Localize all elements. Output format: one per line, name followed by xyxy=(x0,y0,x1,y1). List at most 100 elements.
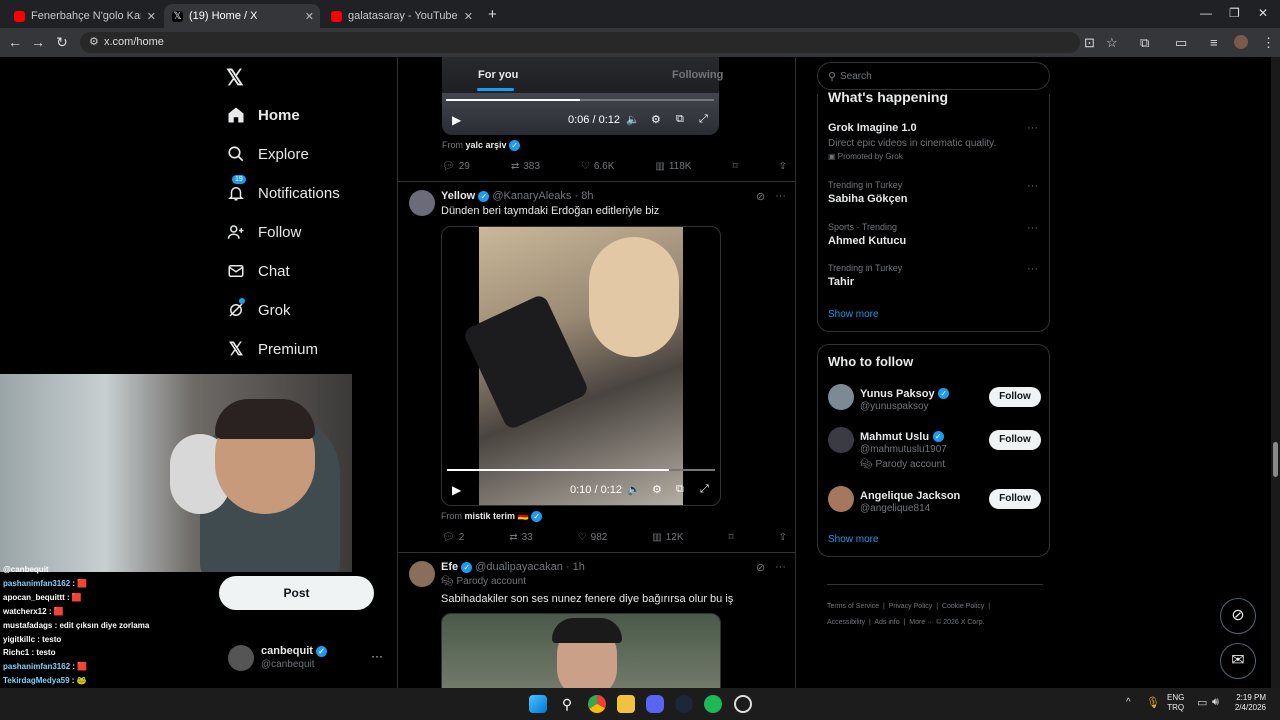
site-info-icon[interactable]: ⚙ xyxy=(89,35,99,48)
app-icon[interactable] xyxy=(734,695,752,713)
volume-icon[interactable]: 🔈 xyxy=(627,483,641,496)
network-icon[interactable]: ▭ xyxy=(1197,696,1207,709)
input-language[interactable]: ENG TRQ xyxy=(1167,693,1184,713)
extensions-icon[interactable]: ⧉ xyxy=(1140,35,1149,51)
bookmark-icon[interactable]: ⌑ xyxy=(729,532,734,543)
bookmark-star-icon[interactable]: ☆ xyxy=(1106,35,1118,51)
search-box[interactable]: ⚲ Search xyxy=(817,62,1050,90)
sidebar-item-follow[interactable]: Follow xyxy=(226,222,301,242)
spotify-icon[interactable] xyxy=(704,695,722,713)
close-icon[interactable]: ✕ xyxy=(464,10,473,23)
browser-tab-x-home[interactable]: 𝕏 (19) Home / X ✕ xyxy=(164,4,320,28)
close-icon[interactable]: ✕ xyxy=(305,10,314,23)
footer-link[interactable]: Cookie Policy xyxy=(942,603,984,610)
views-button[interactable]: ▥ 118K xyxy=(655,161,691,172)
trend-item[interactable]: Grok Imagine 1.0 Direct epic videos in c… xyxy=(828,122,1038,161)
footer-link[interactable]: Ads info xyxy=(874,619,899,626)
messages-float-button[interactable]: ✉ xyxy=(1220,643,1256,679)
pip-icon[interactable]: ⧉ xyxy=(676,113,684,126)
browser-tab-fenerbahce[interactable]: Fenerbahçe N'golo Kante'ye ka ✕ xyxy=(6,4,162,28)
reply-button[interactable]: 💬︎ 2 xyxy=(442,532,464,543)
settings-icon[interactable]: ⚙ xyxy=(651,113,661,126)
more-icon[interactable]: ··· xyxy=(1027,263,1038,275)
repost-button[interactable]: ⇄ 383 xyxy=(511,161,540,172)
search-icon[interactable]: ⚲ xyxy=(558,695,576,713)
back-icon[interactable]: ← xyxy=(3,34,27,50)
footer-link[interactable]: Accessibility xyxy=(827,619,865,626)
fullscreen-icon[interactable]: ⤢ xyxy=(700,483,709,496)
tab-following[interactable]: Following xyxy=(672,69,723,81)
search-input[interactable]: Search xyxy=(840,71,872,82)
clock[interactable]: 2:19 PM 2/4/2026 xyxy=(1232,693,1266,713)
author-name[interactable]: Yellow xyxy=(441,190,475,202)
more-icon[interactable]: ··· xyxy=(371,649,383,663)
scrollbar-thumb[interactable] xyxy=(1273,442,1278,477)
grok-float-button[interactable]: ⊘ xyxy=(1220,598,1256,634)
show-more-link[interactable]: Show more xyxy=(828,534,879,545)
menu-icon[interactable]: ⋮ xyxy=(1262,35,1275,51)
settings-icon[interactable]: ⚙ xyxy=(652,483,662,496)
author-handle[interactable]: @KanaryAleaks xyxy=(492,190,571,202)
more-icon[interactable]: ··· xyxy=(775,561,786,573)
restore-icon[interactable]: ❐ xyxy=(1229,6,1240,20)
follow-button[interactable]: Follow xyxy=(989,489,1041,509)
footer-link[interactable]: More ··· xyxy=(909,619,934,626)
repost-button[interactable]: ⇄ 33 xyxy=(509,532,533,543)
author-name[interactable]: Efe xyxy=(441,561,458,573)
microphone-icon[interactable]: 🎙︎ xyxy=(1146,696,1160,709)
more-icon[interactable]: ··· xyxy=(775,190,786,202)
follow-button[interactable]: Follow xyxy=(989,430,1041,450)
follow-button[interactable]: Follow xyxy=(989,387,1041,407)
close-window-icon[interactable]: ✕ xyxy=(1258,6,1268,20)
video-progress-track[interactable] xyxy=(446,99,714,101)
sidebar-item-grok[interactable]: Grok xyxy=(226,298,291,320)
avatar[interactable] xyxy=(409,190,435,216)
minimize-icon[interactable]: — xyxy=(1200,6,1212,20)
more-icon[interactable]: ··· xyxy=(1027,180,1038,192)
post2-video[interactable]: ▶ 0:10 / 0:12 🔈 ⚙ ⧉ ⤢ xyxy=(441,226,721,506)
post-button[interactable]: Post xyxy=(219,576,374,610)
follow-suggestion[interactable]: Angelique Jackson @angelique814 Follow xyxy=(828,486,1041,520)
steam-icon[interactable] xyxy=(675,695,693,713)
forward-icon[interactable]: → xyxy=(26,34,50,50)
scrollbar[interactable] xyxy=(1271,57,1280,688)
post3-media[interactable] xyxy=(441,613,721,688)
play-icon[interactable]: ▶ xyxy=(452,113,461,127)
grok-icon[interactable]: ⊘ xyxy=(756,561,765,574)
discord-icon[interactable] xyxy=(646,695,664,713)
profile-avatar[interactable] xyxy=(1234,35,1248,49)
url-field[interactable]: x.com/home xyxy=(80,32,1080,53)
volume-icon[interactable]: 🔈 xyxy=(626,113,640,126)
browser-tab-galatasaray[interactable]: galatasaray - YouTube ✕ xyxy=(323,4,479,28)
more-icon[interactable]: ··· xyxy=(1027,122,1038,134)
share-icon[interactable]: ⇪ xyxy=(779,161,787,172)
grok-icon[interactable]: ⊘ xyxy=(756,190,765,203)
author-handle[interactable]: @dualipayacakan xyxy=(475,561,563,573)
like-button[interactable]: ♡ 982 xyxy=(578,532,608,543)
reply-button[interactable]: 💬︎ 29 xyxy=(442,161,470,172)
fullscreen-icon[interactable]: ⤢ xyxy=(699,113,708,126)
bookmark-icon[interactable]: ⌑ xyxy=(732,161,737,172)
show-more-link[interactable]: Show more xyxy=(828,309,879,320)
media-icon[interactable]: ≡ xyxy=(1210,35,1218,50)
sidepanel-icon[interactable]: ▭ xyxy=(1175,35,1187,51)
follow-suggestion[interactable]: Yunus Paksoy ✓ @yunuspaksoy Follow xyxy=(828,384,1041,418)
share-icon[interactable]: ⇪ xyxy=(779,532,787,543)
close-icon[interactable]: ✕ xyxy=(147,10,156,23)
trend-item[interactable]: Trending in Turkey Tahir ··· xyxy=(828,263,1038,288)
trend-item[interactable]: Sports · Trending Ahmed Kutucu ··· xyxy=(828,222,1038,247)
sidebar-item-home[interactable]: Home xyxy=(226,105,300,125)
views-button[interactable]: ▥ 12K xyxy=(652,532,683,543)
video-progress-track[interactable] xyxy=(447,469,715,471)
tray-chevron-icon[interactable]: ^ xyxy=(1126,697,1131,708)
account-switcher[interactable]: canbequit ✓ @canbequit ··· xyxy=(228,641,388,675)
sidebar-item-explore[interactable]: Explore xyxy=(226,144,309,164)
like-button[interactable]: ♡ 6.6K xyxy=(581,161,615,172)
sidebar-item-premium[interactable]: 𝕏 Premium xyxy=(226,339,318,359)
footer-link[interactable]: Terms of Service xyxy=(827,603,879,610)
trend-item[interactable]: Trending in Turkey Sabiha Gökçen ··· xyxy=(828,180,1038,205)
reload-icon[interactable]: ↻ xyxy=(50,34,74,51)
x-logo-icon[interactable]: 𝕏 xyxy=(226,65,244,91)
more-icon[interactable]: ··· xyxy=(1027,222,1038,234)
footer-link[interactable]: Privacy Policy xyxy=(889,603,933,610)
